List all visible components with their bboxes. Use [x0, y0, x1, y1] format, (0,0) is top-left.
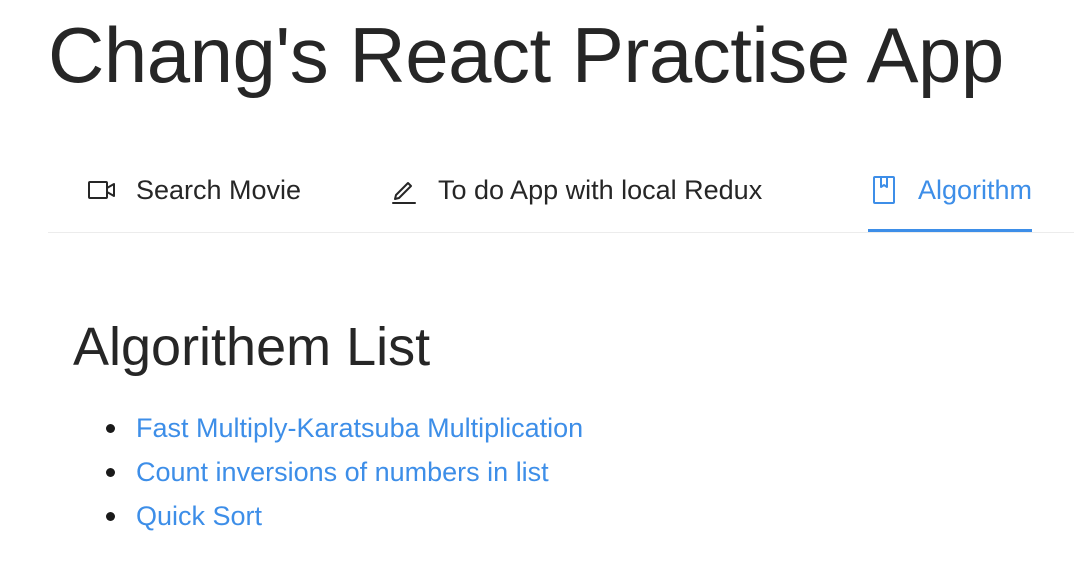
list-item: Fast Multiply-Karatsuba Multiplication	[106, 406, 583, 450]
nav-item-algorithm[interactable]: Algorithm	[868, 150, 1033, 232]
book-icon	[868, 174, 900, 206]
algorithm-link-quick-sort[interactable]: Quick Sort	[136, 501, 262, 531]
list-item: Quick Sort	[106, 494, 583, 538]
app-title: Chang's React Practise App	[48, 11, 1004, 99]
edit-pencil-icon	[388, 174, 420, 206]
nav-item-label: Search Movie	[136, 175, 302, 205]
bullet-icon	[106, 512, 115, 521]
list-item: Count inversions of numbers in list	[106, 450, 583, 494]
nav-item-todo-app[interactable]: To do App with local Redux	[388, 150, 762, 230]
nav-item-label: To do App with local Redux	[438, 175, 763, 205]
video-camera-icon	[86, 174, 118, 206]
algorithm-link-count-inversions[interactable]: Count inversions of numbers in list	[136, 457, 549, 487]
nav-item-label: Algorithm	[918, 175, 1033, 205]
algorithm-list: Fast Multiply-Karatsuba Multiplication C…	[106, 406, 583, 538]
section-title: Algorithem List	[73, 317, 431, 377]
nav-item-search-movie[interactable]: Search Movie	[86, 150, 301, 230]
bullet-icon	[106, 424, 115, 433]
algorithm-link-karatsuba[interactable]: Fast Multiply-Karatsuba Multiplication	[136, 413, 583, 443]
bullet-icon	[106, 468, 115, 477]
main-nav-menu: Search Movie To do App with local Redux …	[48, 150, 1074, 233]
